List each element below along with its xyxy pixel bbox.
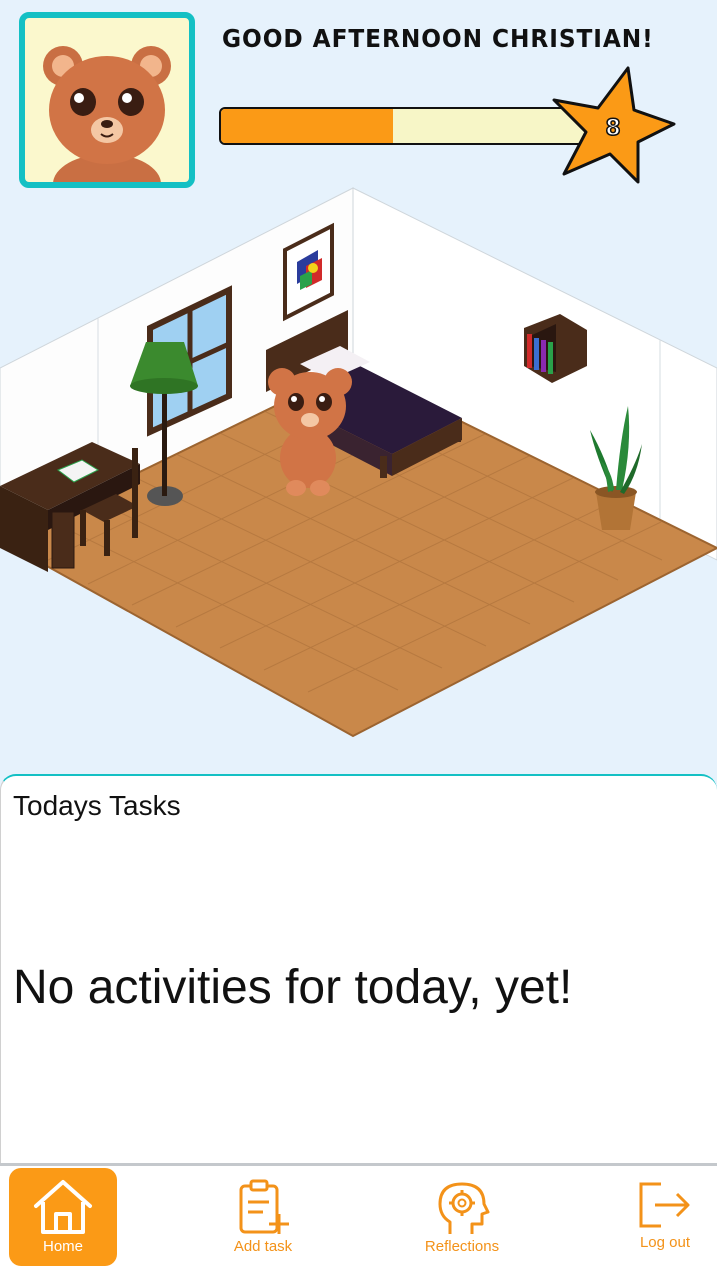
nav-add-task-label: Add task <box>233 1238 293 1255</box>
tasks-title: Todays Tasks <box>13 790 181 821</box>
nav-home-button[interactable]: Home <box>9 1168 117 1266</box>
reflections-icon <box>438 1182 490 1234</box>
xp-progress-fill <box>221 109 394 143</box>
logout-icon <box>639 1182 690 1228</box>
nav-reflections-button[interactable]: Reflections <box>408 1168 516 1266</box>
bear-avatar-icon <box>43 46 171 182</box>
greeting-text: GOOD AFTERNOON CHRISTIAN! <box>222 24 654 53</box>
nav-logout-label: Log out <box>639 1234 691 1251</box>
tasks-panel: Todays Tasks No activities for today, ye… <box>0 774 717 1166</box>
avatar[interactable] <box>19 12 195 188</box>
bottom-nav: Home Add task Reflections Log out <box>0 1163 717 1267</box>
add-task-icon <box>239 1179 289 1234</box>
level-star-icon: 8 <box>552 66 676 184</box>
nav-add-task-button[interactable]: Add task <box>209 1168 317 1266</box>
xp-progress-bar <box>219 107 597 145</box>
home-icon <box>34 1180 92 1234</box>
nav-logout-button[interactable]: Log out <box>611 1168 717 1266</box>
nav-home-label: Home <box>42 1238 83 1255</box>
room-scene[interactable] <box>0 180 717 750</box>
nav-reflections-label: Reflections <box>424 1238 500 1255</box>
empty-tasks-message: No activities for today, yet! <box>13 961 573 1014</box>
level-number: 8 <box>605 116 620 141</box>
